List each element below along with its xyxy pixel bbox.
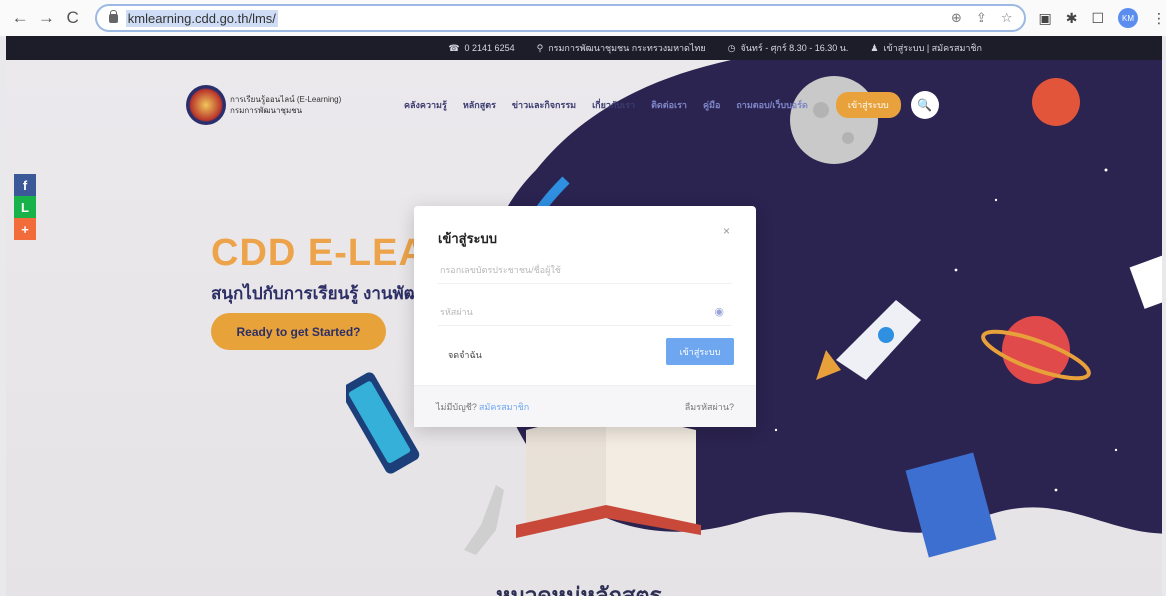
no-account-text: ไม่มีบัญชี? [436, 401, 477, 412]
menu-item-about[interactable]: เกี่ยวกับเรา [592, 98, 635, 112]
address-bar[interactable]: kmlearning.cdd.go.th/lms/ ⊕ ⇪ ☆ [94, 4, 1027, 32]
get-started-button[interactable]: Ready to get Started? [211, 313, 386, 350]
reload-icon[interactable]: C [63, 7, 83, 29]
more-share-icon[interactable]: + [14, 218, 36, 240]
remember-me-checkbox[interactable]: จดจำฉัน [448, 348, 482, 362]
modal-footer: ไม่มีบัญชี? สมัครสมาชิก ลืมรหัสผ่าน? [414, 385, 756, 427]
header-login-button[interactable]: เข้าสู่ระบบ [835, 92, 901, 118]
site-logo-text[interactable]: การเรียนรู้ออนไลน์ (E-Learning) กรมการพั… [230, 94, 370, 116]
username-placeholder: กรอกเลขบัตรประชาชน/ชื่อผู้ใช้ [440, 264, 561, 275]
site-topbar: ☎ 0 2141 6254 ⚲ กรมการพัฒนาชุมชน กระทรวง… [6, 36, 1162, 60]
menu-item-manual[interactable]: คู่มือ [703, 98, 720, 112]
extension-icons: ▣ ✱ ☐ KM ⋮ [1038, 8, 1166, 28]
menu-item-contact[interactable]: ติดต่อเรา [651, 98, 687, 112]
password-field[interactable]: รหัสผ่าน ◉ [438, 298, 732, 326]
topbar-user[interactable]: ♟ เข้าสู่ระบบ | สมัครสมาชิก [870, 41, 982, 55]
bookmark-star-icon[interactable]: ☆ [1001, 10, 1013, 26]
login-modal: เข้าสู่ระบบ × กรอกเลขบัตรประชาชน/ชื่อผู้… [414, 206, 756, 427]
window-icon[interactable]: ☐ [1091, 10, 1104, 27]
phone-icon: ☎ [448, 42, 460, 53]
site-header: การเรียนรู้ออนไลน์ (E-Learning) กรมการพั… [186, 85, 1006, 125]
topbar-hours: ◷ จันทร์ - ศุกร์ 8.30 - 16.30 น. [728, 41, 849, 55]
course-categories-heading: หมวดหมู่หลักสูตร [496, 583, 662, 596]
login-submit-button[interactable]: เข้าสู่ระบบ [666, 338, 734, 365]
logo-line1: การเรียนรู้ออนไลน์ (E-Learning) [230, 95, 342, 104]
menu-item-news[interactable]: ข่าวและกิจกรรม [512, 98, 576, 112]
show-password-eye-icon[interactable]: ◉ [714, 305, 724, 318]
social-share-bar: f L + [14, 174, 36, 240]
browser-toolbar: ← → C kmlearning.cdd.go.th/lms/ ⊕ ⇪ ☆ ▣ … [0, 0, 1166, 36]
logo-line2: กรมการพัฒนาชุมชน [230, 106, 303, 115]
user-links[interactable]: เข้าสู่ระบบ | สมัครสมาชิก [883, 41, 982, 55]
hero-subtitle: สนุกไปกับการเรียนรู้ งานพัฒ [211, 284, 420, 303]
puzzle-icon[interactable]: ✱ [1066, 10, 1078, 27]
cdd-logo-icon[interactable] [186, 85, 226, 125]
lock-icon [108, 9, 118, 23]
omnibox-icons: ⊕ ⇪ ☆ [951, 10, 1012, 26]
zoom-icon[interactable]: ⊕ [951, 10, 962, 26]
browser-menu-icon[interactable]: ⋮ [1152, 10, 1166, 27]
facebook-share-icon[interactable]: f [14, 174, 36, 196]
forgot-password-link[interactable]: ลืมรหัสผ่าน? [685, 400, 734, 414]
password-placeholder: รหัสผ่าน [440, 306, 473, 317]
line-share-icon[interactable]: L [14, 196, 36, 218]
search-icon[interactable]: 🔍 [910, 91, 939, 119]
address-text: กรมการพัฒนาชุมชน กระทรวงมหาดไทย [548, 43, 706, 53]
menu-item-webboard[interactable]: ถามตอบ/เว็บบอร์ด [736, 98, 808, 112]
clock-icon: ◷ [727, 42, 736, 53]
profile-avatar[interactable]: KM [1118, 8, 1138, 28]
phone-text: 0 2141 6254 [464, 43, 515, 53]
extension-icon[interactable]: ▣ [1038, 10, 1051, 27]
topbar-phone: ☎ 0 2141 6254 [448, 43, 514, 54]
username-field[interactable]: กรอกเลขบัตรประชาชน/ชื่อผู้ใช้ [438, 256, 732, 284]
user-icon: ♟ [870, 42, 879, 53]
share-icon[interactable]: ⇪ [976, 10, 987, 26]
hours-text: จันทร์ - ศุกร์ 8.30 - 16.30 น. [740, 43, 849, 53]
signup-link[interactable]: สมัครสมาชิก [479, 400, 529, 414]
flask-illustration [464, 485, 504, 555]
menu-item-courses[interactable]: หลักสูตร [463, 98, 496, 112]
modal-title: เข้าสู่ระบบ [438, 231, 498, 246]
forward-icon[interactable]: → [36, 7, 56, 29]
location-icon: ⚲ [536, 42, 544, 53]
url-text[interactable]: kmlearning.cdd.go.th/lms/ [125, 9, 278, 27]
close-icon[interactable]: × [723, 224, 730, 238]
main-menu: คลังความรู้ หลักสูตร ข่าวและกิจกรรม เกี่… [404, 98, 808, 112]
back-icon[interactable]: ← [10, 7, 30, 29]
topbar-address: ⚲ กรมการพัฒนาชุมชน กระทรวงมหาดไทย [537, 41, 706, 55]
menu-item-knowledge[interactable]: คลังความรู้ [404, 98, 447, 112]
